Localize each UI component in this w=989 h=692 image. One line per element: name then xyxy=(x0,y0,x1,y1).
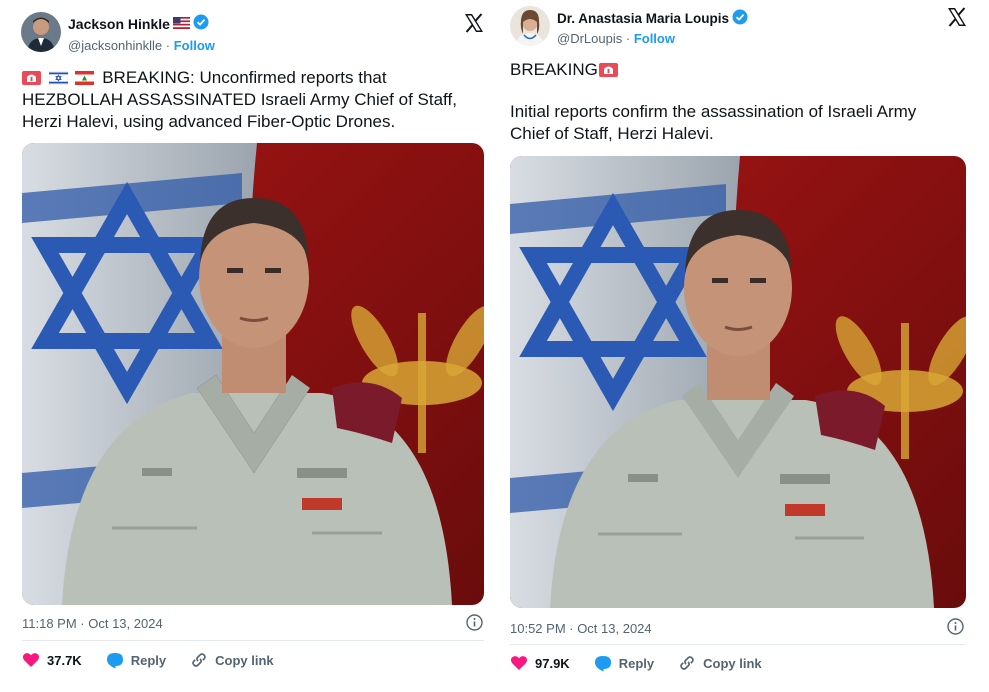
tweet-text-line-2: HEZBOLLAH ASSASSINATED Israeli Army Chie… xyxy=(22,90,457,109)
avatar[interactable] xyxy=(21,12,61,52)
x-logo-icon[interactable] xyxy=(946,6,968,28)
siren-emoji-icon xyxy=(22,69,41,85)
author-handle[interactable]: @jacksonhinklle xyxy=(68,38,162,53)
separator: · xyxy=(165,38,174,53)
lebanon-flag-icon xyxy=(75,69,95,85)
separator: · xyxy=(625,31,634,46)
reply-bubble-icon xyxy=(594,656,611,672)
follow-button[interactable]: Follow xyxy=(634,31,675,46)
divider xyxy=(510,644,966,645)
divider xyxy=(22,640,484,641)
info-icon[interactable] xyxy=(466,614,483,631)
siren-emoji-icon xyxy=(598,61,618,77)
author-handle[interactable]: @DrLoupis xyxy=(557,31,622,46)
verified-badge-icon xyxy=(193,14,209,33)
link-icon xyxy=(680,656,694,670)
heart-icon xyxy=(22,653,40,667)
tweet-photo[interactable] xyxy=(22,143,484,605)
tweet-text: BREAKING Initial reports confirm the ass… xyxy=(510,59,976,145)
heart-icon xyxy=(510,656,528,670)
tweet-card: Dr. Anastasia Maria Loupis @DrLoupis · F… xyxy=(497,0,981,692)
like-button[interactable]: 97.9K xyxy=(510,654,570,672)
avatar[interactable] xyxy=(510,6,550,46)
timestamp[interactable]: 10:52 PM · Oct 13, 2024 xyxy=(510,621,652,636)
verified-badge-icon xyxy=(732,9,748,28)
tweet-text-line-1: Initial reports confirm the assassinatio… xyxy=(510,102,917,121)
copy-link-button[interactable]: Copy link xyxy=(678,654,762,672)
copy-link-label: Copy link xyxy=(215,652,274,668)
timestamp[interactable]: 11:18 PM · Oct 13, 2024 xyxy=(22,616,163,631)
like-button[interactable]: 37.7K xyxy=(22,651,82,669)
breaking-text: BREAKING xyxy=(510,60,598,79)
tweet-text-line-3: Herzi Halevi, using advanced Fiber-Optic… xyxy=(22,112,396,131)
reply-button[interactable]: Reply xyxy=(106,651,166,669)
x-logo-icon[interactable] xyxy=(463,12,485,34)
like-count: 97.9K xyxy=(535,655,570,671)
author-name[interactable]: Dr. Anastasia Maria Loupis xyxy=(557,11,729,26)
like-count: 37.7K xyxy=(47,652,82,668)
link-icon xyxy=(192,653,206,667)
copy-link-label: Copy link xyxy=(703,655,762,671)
reply-label: Reply xyxy=(618,655,655,671)
tweet-text-line-2: Chief of Staff, Herzi Halevi. xyxy=(510,124,714,143)
follow-button[interactable]: Follow xyxy=(174,38,215,53)
us-flag-icon xyxy=(172,16,190,32)
tweet-text: BREAKING: Unconfirmed reports that HEZBO… xyxy=(22,67,488,133)
copy-link-button[interactable]: Copy link xyxy=(190,651,274,669)
reply-bubble-icon xyxy=(106,653,123,669)
info-icon[interactable] xyxy=(947,618,964,635)
tweet-text-line-1: BREAKING: Unconfirmed reports that xyxy=(102,68,387,87)
reply-label: Reply xyxy=(130,652,167,668)
tweet-photo[interactable] xyxy=(510,156,966,608)
reply-button[interactable]: Reply xyxy=(594,654,654,672)
author-name[interactable]: Jackson Hinkle xyxy=(68,16,170,32)
tweet-card: Jackson Hinkle @jacksonhinklle · Follow xyxy=(8,0,492,692)
israel-flag-icon xyxy=(48,69,68,86)
